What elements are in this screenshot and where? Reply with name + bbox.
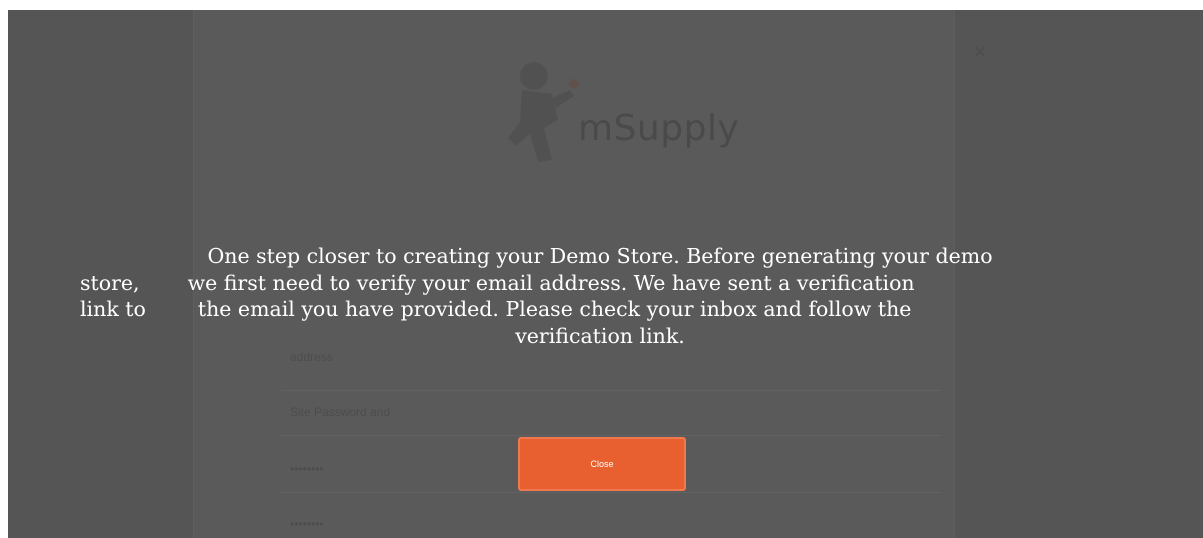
message-line: One step closer to creating your Demo St… bbox=[207, 244, 993, 268]
background-field-label: Site Password and bbox=[290, 405, 391, 419]
close-button[interactable]: Close bbox=[518, 437, 686, 491]
verification-message: One step closer to creating your Demo St… bbox=[80, 243, 1120, 349]
message-fragment: the email you have provided. Please chec… bbox=[197, 297, 912, 321]
background-logo-text: mSupply bbox=[578, 108, 740, 149]
message-fragment: store, bbox=[80, 270, 140, 295]
background-field-line bbox=[281, 390, 941, 391]
message-line: store, we first need to verify your email… bbox=[80, 270, 1120, 297]
message-line: verification link. bbox=[515, 323, 685, 348]
background-field-label: •••••••• bbox=[290, 462, 324, 476]
background-field-line bbox=[281, 492, 941, 493]
background-field-label: address bbox=[290, 350, 333, 364]
message-fragment: link to bbox=[80, 297, 146, 321]
background-field-label: •••••••• bbox=[290, 517, 324, 531]
message-fragment: we first need to verify your email addre… bbox=[187, 270, 915, 295]
background-field-line bbox=[281, 435, 941, 436]
message-line: link to the email you have provided. Plea… bbox=[80, 296, 1120, 323]
background-close-icon: × bbox=[973, 39, 987, 64]
